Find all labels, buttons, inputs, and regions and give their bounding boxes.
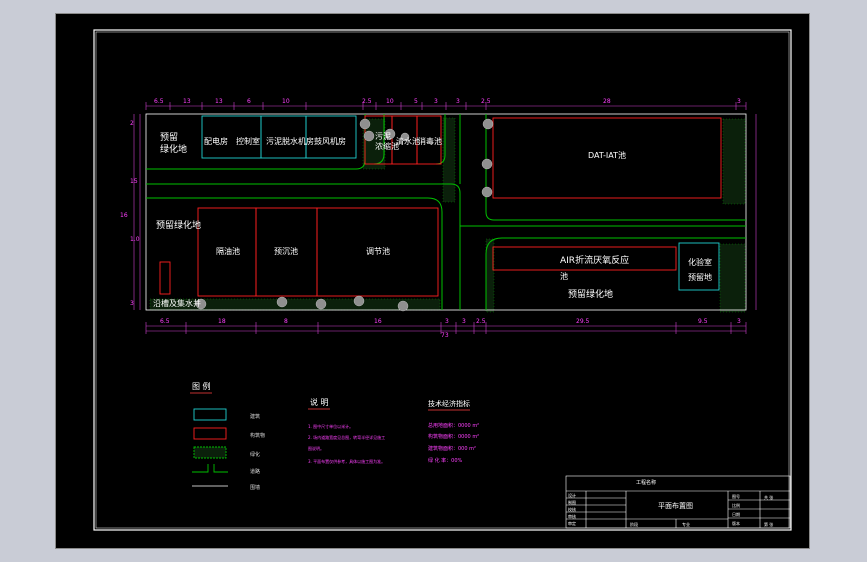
label-clear-water: 清水池 — [396, 137, 420, 146]
dim-bottom-4: 3 — [445, 318, 449, 325]
dim-top-0: 6.5 — [154, 98, 164, 105]
dim-bottom-7: 29.5 — [576, 318, 590, 325]
dim-left-4: 3 — [130, 300, 134, 307]
green-belts — [149, 117, 746, 313]
drawing-sheet: 预留 绿化地 配电房 控制室 污泥脱水机房 鼓风机房 污泥 浓缩池 清水池 消毒… — [56, 14, 809, 548]
title-block-bottom-1: 专业 — [682, 522, 690, 527]
tech-line-1: 构筑物面积：0000 m² — [428, 434, 480, 440]
dim-top-11: 28 — [603, 98, 611, 105]
dim-bottom-0: 6.5 — [160, 318, 170, 325]
dim-left-1: 15 — [130, 178, 138, 185]
label-tank-2: 调节池 — [366, 247, 390, 256]
dim-top-8: 3 — [434, 98, 438, 105]
label-tank-1: 预沉池 — [274, 247, 298, 256]
title-block-right-2: 日期 — [732, 512, 740, 517]
legend-label-green: 绿化 — [250, 452, 261, 458]
dim-top-10: 2.5 — [481, 98, 491, 105]
dim-bottom-8: 9.5 — [698, 318, 708, 325]
title-block-left-0: 设计 — [568, 493, 576, 498]
dim-top-9: 3 — [456, 98, 460, 105]
legend-title: 图 例 — [192, 382, 211, 391]
title-block-bottom-0: 阶段 — [630, 522, 638, 527]
title-block-right-0: 图号 — [732, 494, 740, 499]
label-tank-0: 隔油池 — [216, 247, 240, 256]
label-disinfection: 消毒池 — [418, 137, 442, 146]
title-block-drawing-name: 平面布置图 — [658, 502, 693, 510]
title-block-right-3: 版本 — [732, 521, 740, 526]
label-air-tank: AIR折流厌氧反应 — [560, 256, 630, 266]
dim-total: 73 — [441, 332, 449, 339]
dim-top-6: 10 — [386, 98, 394, 105]
label-room-3: 鼓风机房 — [314, 137, 346, 146]
title-block-left-1: 制图 — [568, 500, 576, 505]
dim-top-2: 13 — [215, 98, 223, 105]
tech-line-0: 总用地面积：0000 m² — [428, 423, 480, 429]
tech-title: 技术经济指标 — [428, 400, 470, 408]
dim-left-2: 16 — [120, 212, 128, 219]
dim-bottom-9: 3 — [737, 318, 741, 325]
legend-swatch-tank — [193, 427, 227, 440]
label-lower-green: 预留绿化地 — [156, 221, 202, 231]
title-block-left-2: 校核 — [568, 507, 576, 512]
notes-line-0: 1. 图中尺寸单位以米计。 — [308, 424, 354, 429]
title-block-left-4: 审定 — [568, 521, 576, 526]
title-block-right-1: 比例 — [732, 503, 740, 508]
title-block-left-3: 审核 — [568, 514, 576, 519]
notes-line-3: 3. 平面布置仅供参考，具体以施工图为准。 — [308, 459, 386, 464]
dim-top-4: 10 — [282, 98, 290, 105]
dim-top-12: 3 — [737, 98, 741, 105]
legend-swatch-building — [193, 408, 227, 421]
dim-left-0: 2 — [130, 120, 134, 127]
legend-swatch-green — [193, 446, 227, 459]
dim-bottom-5: 3 — [462, 318, 466, 325]
notes-line-1: 2. 场内道路宽度见总图，转弯半径详见施工 — [308, 435, 386, 440]
tech-line-3: 绿 化 率：00% — [428, 458, 463, 464]
dim-top-7: 5 — [414, 98, 418, 105]
title-block-bottom-2: 共 张 — [764, 495, 774, 500]
tech-line-2: 建筑物面积：000 m² — [428, 446, 477, 452]
dim-bottom-6: 2.5 — [476, 318, 486, 325]
dim-top-5: 2.5 — [362, 98, 372, 105]
dim-top-3: 6 — [247, 98, 251, 105]
dim-left-3: 1.0 — [130, 236, 140, 243]
legend-label-tank: 构筑物 — [250, 433, 266, 439]
label-room-0: 配电房 — [204, 137, 228, 146]
label-lab: 化验室 预留地 — [688, 258, 712, 282]
label-air-tank-suffix: 池 — [560, 272, 568, 281]
notes-line-2: 图说明。 — [308, 446, 324, 451]
legend-label-building: 建筑 — [250, 414, 261, 420]
dim-bottom-1: 18 — [218, 318, 226, 325]
notes-title: 说 明 — [310, 398, 329, 407]
legend-label-line: 围墙 — [250, 485, 261, 491]
dim-bottom-3: 16 — [374, 318, 382, 325]
label-lower-right-green: 预留绿化地 — [568, 290, 614, 300]
legend-swatch-road — [192, 464, 228, 473]
label-dat-iat: DAT-IAT池 — [588, 151, 627, 160]
dim-bottom-2: 8 — [284, 318, 288, 325]
label-collect: 沿槽及集水井 — [153, 299, 201, 308]
label-upper-green: 预留 绿化地 — [160, 133, 188, 155]
title-block-top: 工程名称 — [636, 480, 657, 486]
label-room-2: 污泥脱水机房 — [266, 137, 314, 146]
title-block-bottom-3: 第 张 — [764, 522, 774, 527]
label-room-1: 控制室 — [236, 137, 260, 146]
legend-label-road: 道路 — [250, 469, 261, 475]
dim-top-1: 13 — [183, 98, 191, 105]
